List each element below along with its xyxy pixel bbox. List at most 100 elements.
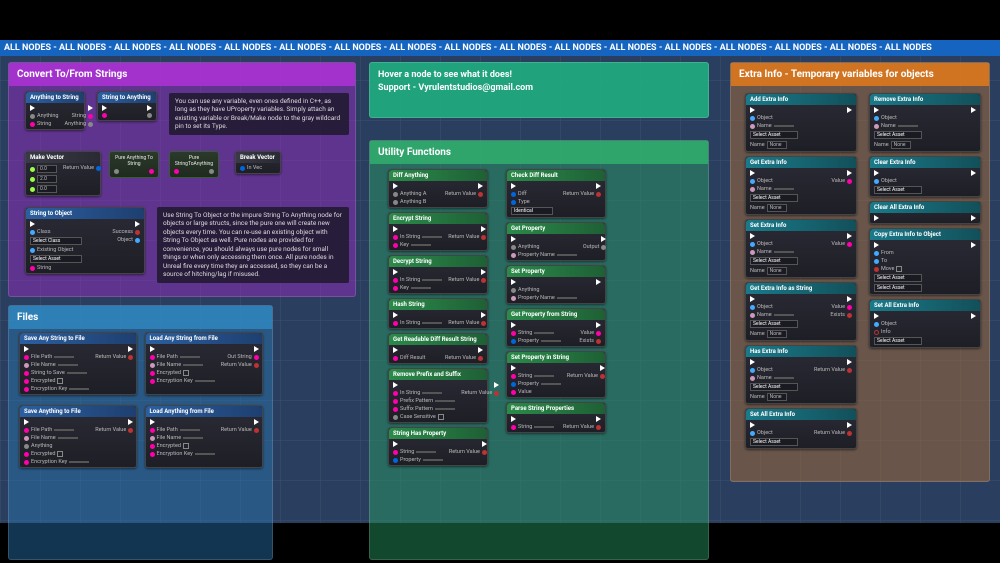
pin-in[interactable]: Object (750, 304, 798, 310)
pin-in[interactable]: File Path (24, 354, 89, 360)
node-set-property[interactable]: Set Property AnythingProperty Name (506, 265, 606, 304)
pin-out[interactable]: Return Value (95, 427, 133, 433)
pin-in[interactable]: Encryption Key (150, 451, 215, 457)
pin-out[interactable]: Return Value (567, 373, 605, 379)
pin-out[interactable]: Return Value (814, 430, 852, 436)
node-set-all-extra-info[interactable]: Set All Extra Info ObjectSelect AssetRet… (745, 408, 857, 449)
node-decrypt-string[interactable]: Decrypt String In StringKeyReturn Value (388, 255, 488, 294)
node-load-anything-from-file[interactable]: Load Anything from File File PathFile Na… (145, 405, 263, 468)
node-save-any-string-to-file[interactable]: Save Any String to File File PathFile Na… (19, 332, 137, 395)
node-remove-prefix-and-suffix[interactable]: Remove Prefix and Suffix In StringPrefix… (388, 368, 488, 423)
node-set-extra-info[interactable]: Set Extra Info ObjectNameSelect AssetNam… (745, 219, 857, 278)
node-break-vector[interactable]: Break Vector In Vec (235, 151, 281, 174)
pin-in[interactable]: Diff Result (393, 355, 435, 361)
pin-in[interactable]: Anything A (393, 191, 435, 197)
node-get-property-from-string[interactable]: Get Property from String StringPropertyV… (506, 308, 606, 347)
pin-out[interactable]: Return Value (448, 234, 486, 240)
pin-in[interactable]: Name (750, 312, 798, 318)
pin-in[interactable]: Value (511, 389, 561, 395)
pin-out[interactable]: Value (580, 330, 601, 336)
pin-in[interactable]: Encryption Key (150, 378, 215, 384)
pin-in[interactable]: Move (874, 266, 922, 272)
pin-in[interactable]: Object (750, 115, 798, 121)
pin-in[interactable]: Property Name (511, 252, 577, 258)
node-set-all-extra-info[interactable]: Set All Extra Info ObjectInfoSelect Asse… (869, 299, 981, 348)
pin-in[interactable]: File Path (150, 354, 215, 360)
node-string-to-object[interactable]: String to Object Class Select Class Exis… (25, 207, 145, 274)
pin-in[interactable]: Encrypted (24, 378, 89, 384)
node-pure-string-to-anything[interactable]: Pure StringToAnything (169, 151, 219, 178)
pin-in[interactable]: Property (511, 381, 561, 387)
pin-in[interactable]: Encrypted (150, 443, 215, 449)
pin-in[interactable]: Object (750, 367, 798, 373)
pin-in[interactable]: Anything (511, 244, 577, 250)
pin-out[interactable]: Return Value (563, 424, 601, 430)
pin-in[interactable]: Info (874, 329, 922, 335)
node-copy-extra-info-to-object[interactable]: Copy Extra Info to Object FromToMoveSele… (869, 228, 981, 295)
pin-out[interactable]: Value (831, 241, 852, 247)
node-clear-extra-info[interactable]: Clear Extra Info ObjectSelect Asset (869, 156, 981, 197)
pin-out[interactable]: Return Value (814, 367, 852, 373)
node-string-to-anything[interactable]: String to Anything (97, 91, 157, 121)
pin-out[interactable]: Exists (830, 312, 852, 318)
pin-in[interactable]: Name (750, 249, 798, 255)
node-parse-string-properties[interactable]: Parse String Properties StringReturn Val… (506, 402, 606, 433)
pin-in[interactable]: Name (750, 186, 798, 192)
pin-in[interactable]: String (511, 330, 561, 336)
pin-in[interactable]: Type (511, 199, 553, 205)
pin-in[interactable]: Encrypted (24, 451, 89, 457)
pin-out[interactable]: Return Value (445, 191, 483, 197)
pin-in[interactable]: Anything B (393, 199, 435, 205)
node-pure-anything-to-string[interactable]: Pure Anything To String (109, 151, 159, 178)
pin-in[interactable]: Case Sensitive (393, 414, 455, 420)
pin-in[interactable]: File Name (24, 362, 89, 368)
pin-in[interactable]: Encrypted (150, 370, 215, 376)
pin-in[interactable]: String (393, 449, 443, 455)
pin-out[interactable]: Return Value (448, 320, 486, 326)
pin-out[interactable]: Exists (579, 338, 601, 344)
node-string-has-property[interactable]: String Has Property StringPropertyReturn… (388, 427, 488, 466)
pin-in[interactable]: File Name (150, 362, 215, 368)
pin-in[interactable]: To (874, 258, 922, 264)
node-clear-all-extra-info[interactable]: Clear All Extra Info (869, 201, 981, 224)
pin-in[interactable]: File Name (150, 435, 215, 441)
pin-out[interactable]: Return Value (221, 427, 259, 433)
pin-in[interactable]: Object (874, 321, 922, 327)
pin-out[interactable]: Return Value (448, 277, 486, 283)
pin-out[interactable]: Value (831, 178, 852, 184)
pin-in[interactable]: In String (393, 277, 442, 283)
pin-in[interactable]: Key (393, 242, 442, 248)
pin-in[interactable]: In String (393, 390, 455, 396)
pin-in[interactable]: Anything (24, 443, 89, 449)
pin-in[interactable]: Key (393, 285, 442, 291)
node-check-diff-result[interactable]: Check Diff Result DiffTypeIdenticalRetur… (506, 169, 606, 218)
pin-in[interactable]: String to Save (24, 370, 89, 376)
pin-in[interactable]: Encryption Key (24, 459, 89, 465)
pin-out[interactable]: Out String (227, 354, 258, 360)
pin-in[interactable]: Diff (511, 191, 553, 197)
pin-in[interactable]: Property (511, 338, 561, 344)
pin-in[interactable]: File Name (24, 435, 89, 441)
pin-in[interactable]: Object (750, 241, 798, 247)
node-get-readable-diff-result-string[interactable]: Get Readable Diff Result String Diff Res… (388, 333, 488, 364)
node-make-vector[interactable]: Make Vector 0.0 2.0 0.0 Return Value (25, 151, 101, 196)
pin-in[interactable]: File Path (24, 427, 89, 433)
pin-out[interactable]: Return Value (449, 449, 487, 455)
node-diff-anything[interactable]: Diff Anything Anything AAnything BReturn… (388, 169, 488, 208)
pin-out[interactable]: Return Value (221, 362, 259, 368)
pin-in[interactable]: Prefix Pattern (393, 398, 455, 404)
pin-in[interactable]: From (874, 250, 922, 256)
pin-in[interactable]: Object (750, 430, 798, 436)
pin-out[interactable]: Return Value (461, 390, 499, 396)
node-get-extra-info[interactable]: Get Extra Info ObjectNameSelect AssetNam… (745, 156, 857, 215)
pin-in[interactable]: String (511, 424, 554, 430)
pin-in[interactable]: In String (393, 320, 442, 326)
node-remove-extra-info[interactable]: Remove Extra Info ObjectNameSelect Asset… (869, 93, 981, 152)
pin-in[interactable]: Property (393, 457, 443, 463)
pin-in[interactable]: Suffix Pattern (393, 406, 455, 412)
pin-in[interactable]: Property Name (511, 295, 577, 301)
pin-in[interactable]: String (511, 373, 561, 379)
node-set-property-in-string[interactable]: Set Property in String StringPropertyVal… (506, 351, 606, 398)
node-has-extra-info[interactable]: Has Extra Info ObjectNameSelect AssetNam… (745, 345, 857, 404)
pin-in[interactable]: Anything (511, 287, 577, 293)
